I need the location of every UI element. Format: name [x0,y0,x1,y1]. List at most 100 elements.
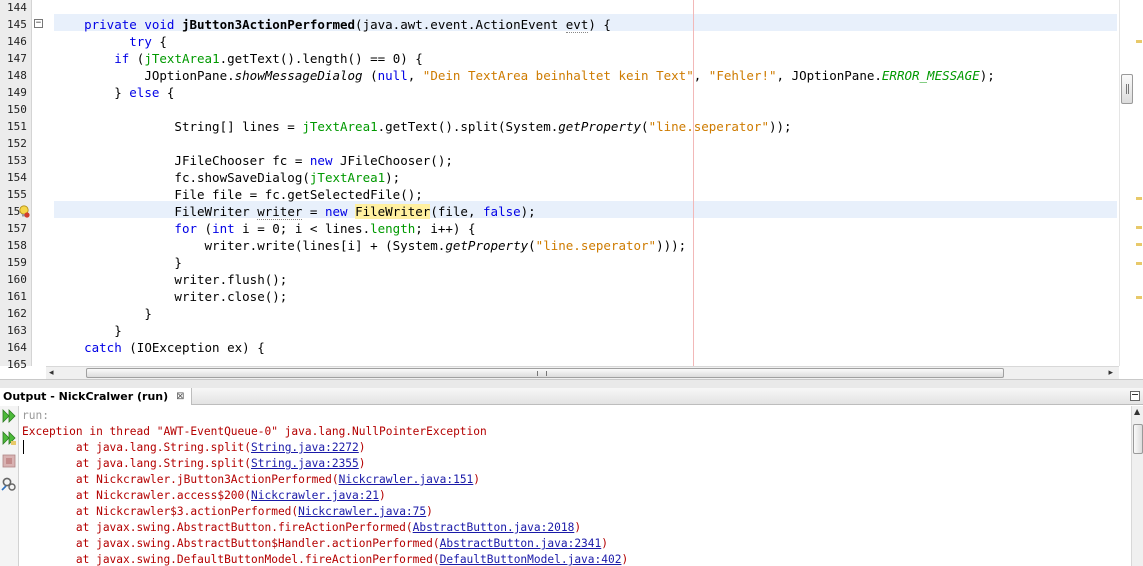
line-number: 153 [7,154,27,167]
code-token: , [693,68,709,83]
line-number-gutter: 144 145 146 147 148 149 150 151 152 153 154 155 156 1… [0,0,32,371]
code-token: new [324,204,356,219]
stop-icon[interactable] [1,453,17,469]
editor-horizontal-scrollbar[interactable]: ◂ ▸ [46,366,1119,379]
code-token: writer.write(lines[i] + (System. [204,238,446,253]
code-line: } [54,322,122,339]
code-line: String[] lines = jTextArea1.getText().sp… [54,118,792,135]
scroll-left-icon[interactable]: ◂ [49,368,54,378]
code-token: getProperty [558,119,642,134]
stack-trace-line: at java.lang.String.split(String.java:22… [22,440,1130,456]
lightbulb-hint-icon[interactable] [18,205,30,218]
stripe-marker[interactable] [1136,296,1142,299]
output-line: run: [22,409,49,422]
scroll-up-icon[interactable]: ▲ [1134,407,1140,416]
code-token: } [174,255,182,270]
trace-suffix: ) [473,473,481,486]
code-token: ; i++) { [415,221,476,236]
code-token: } [114,85,130,100]
code-line: for (int i = 0; i < lines.length; i++) { [54,220,475,237]
stack-trace-line: at javax.swing.AbstractButton$Handler.ac… [22,536,1130,552]
code-token: ( [528,238,536,253]
settings-icon[interactable] [1,476,17,492]
text-caret [23,440,24,454]
source-link[interactable]: DefaultButtonModel.java:402 [440,553,622,566]
code-line: private void jButton3ActionPerformed(jav… [54,16,611,33]
rerun-icon[interactable] [1,408,17,424]
code-token: getProperty [445,238,529,253]
code-token: ); [385,170,401,185]
code-editor[interactable]: 144 145 146 147 148 149 150 151 152 153 154 155 156 1… [0,0,1143,379]
code-token: { [151,34,167,49]
source-link[interactable]: String.java:2355 [251,457,359,470]
source-link[interactable]: String.java:2272 [251,441,359,454]
code-token: new [309,153,333,168]
code-token: if [114,51,130,66]
code-token: ) { [588,17,611,32]
collapse-fold-icon[interactable]: − [34,19,43,28]
source-link[interactable]: AbstractButton.java:2341 [440,537,602,550]
code-token: ); [520,204,536,219]
close-tab-icon[interactable]: ⊠ [176,388,184,405]
code-token: writer.close(); [174,289,288,304]
code-token: fc.showSaveDialog( [174,170,310,185]
code-line: fc.showSaveDialog(jTextArea1); [54,169,400,186]
stripe-marker[interactable] [1136,243,1142,246]
output-toolbar [0,406,19,566]
minimize-panel-icon[interactable] [1130,391,1140,401]
code-token: JOptionPane. [144,68,235,83]
panel-splitter[interactable] [0,379,1143,388]
editor-vertical-scroll-thumb[interactable] [1121,74,1133,104]
code-token: } [114,323,122,338]
code-line: JOptionPane.showMessageDialog (null, "De… [54,67,995,84]
code-token: } [144,306,152,321]
code-token: )); [769,119,792,134]
stripe-marker[interactable] [1136,262,1142,265]
source-link[interactable]: Nickcrawler.java:151 [339,473,474,486]
stripe-marker[interactable] [1136,226,1142,229]
code-token: "line.seperator" [648,119,769,134]
output-text-area[interactable]: run: Exception in thread "AWT-EventQueue-… [22,408,1130,566]
code-token: else [129,85,160,100]
code-token: catch [84,340,122,355]
line-number: 145 [7,18,27,31]
trace-prefix: at java.lang.String.split( [22,441,252,454]
code-token: jButton3ActionPerformed [181,17,356,32]
code-token: (IOException ex) { [121,340,265,355]
code-token: FileWriter [355,204,431,219]
code-token: try [129,34,152,49]
editor-horizontal-scroll-thumb[interactable] [86,368,1004,378]
error-stripe[interactable] [1119,0,1143,366]
line-number: 146 [7,35,27,48]
line-number: 159 [7,256,27,269]
code-token: evt [565,17,589,33]
rerun-with-params-icon[interactable] [1,430,17,446]
stripe-marker[interactable] [1136,197,1142,200]
stack-trace-line: at Nickcrawler.jButton3ActionPerformed(N… [22,472,1130,488]
output-scroll-thumb[interactable] [1133,424,1143,454]
tab-output[interactable]: Output - NickCralwer (run) ⊠ [0,388,192,405]
code-line: JFileChooser fc = new JFileChooser(); [54,152,453,169]
code-token: JFileChooser(); [332,153,453,168]
source-link[interactable]: Nickcrawler.java:21 [251,489,379,502]
line-number: 155 [7,188,27,201]
output-vertical-scrollbar[interactable]: ▲ [1131,406,1143,566]
code-token: ); [979,68,995,83]
source-link[interactable]: AbstractButton.java:2018 [413,521,575,534]
code-line: writer.close(); [54,288,287,305]
line-number: 157 [7,222,27,235]
scroll-right-icon[interactable]: ▸ [1108,368,1113,378]
line-number: 147 [7,52,27,65]
tab-output-label: Output - NickCralwer (run) [3,390,169,403]
stripe-marker[interactable] [1136,40,1142,43]
output-panel: Output - NickCralwer (run) ⊠ run: Excepti… [0,388,1143,566]
line-number: 148 [7,69,27,82]
code-token: ( [641,119,649,134]
source-link[interactable]: Nickcrawler.java:75 [298,505,426,518]
